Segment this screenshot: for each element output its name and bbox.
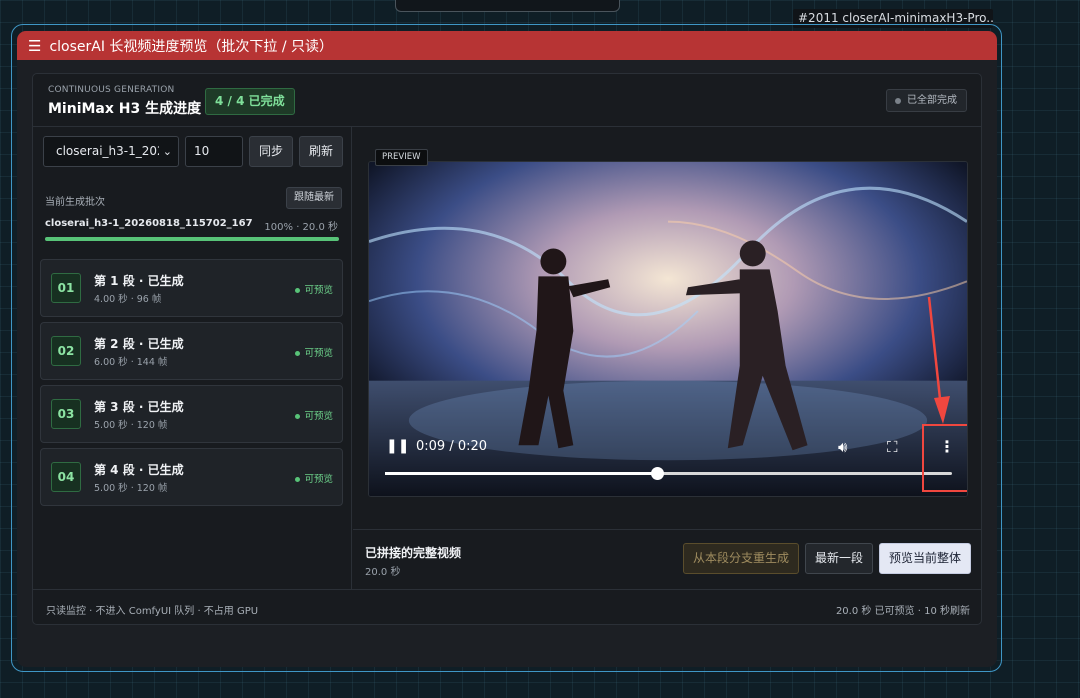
sync-button[interactable]: 同步: [249, 136, 294, 167]
branch-regenerate-button[interactable]: 从本段分支重生成: [683, 543, 800, 574]
segment-status: 可预览: [295, 471, 333, 485]
stitched-video-duration: 20.0 秒: [365, 567, 401, 578]
progress-preview-node[interactable]: ☰ closerAI 长视频进度预览（批次下拉 / 只读） CONTINUOUS…: [17, 31, 997, 667]
refresh-interval-input[interactable]: 10: [185, 136, 243, 167]
follow-latest-button[interactable]: 跟随最新: [286, 187, 342, 209]
scrubber-thumb[interactable]: [651, 467, 665, 480]
all-done-status: 已全部完成: [886, 89, 967, 112]
segment-number: 02: [51, 336, 81, 366]
chevron-down-icon: ⌄: [158, 137, 172, 166]
stitched-video-bar: 已拼接的完整视频 20.0 秒 从本段分支重生成 最新一段 预览当前整体: [353, 529, 981, 589]
segment-title: 第 4 段 · 已生成: [94, 463, 184, 477]
completion-badge: 4 / 4 已完成: [205, 88, 295, 115]
left-column: closerai_h3-1_2026 ⌄ 10 同步 刷新 当前生成批次 跟随最…: [33, 127, 352, 589]
refresh-button[interactable]: 刷新: [299, 136, 344, 167]
right-column: PREVIEW ❚❚ 0:09 / 0:20 🔊︎ ⛶ ⋮ 已拼接的完整视频 2…: [353, 127, 981, 589]
segment-status-text: 可预览: [304, 348, 333, 359]
current-batch-label: 当前生成批次: [45, 197, 105, 208]
segment-status: 可预览: [295, 345, 333, 359]
batch-name: closerai_h3-1_20260818_115702_167: [45, 218, 253, 229]
video-player[interactable]: ❚❚ 0:09 / 0:20 🔊︎ ⛶ ⋮: [368, 161, 968, 497]
status-dot-icon: [295, 351, 301, 356]
batch-controls: closerai_h3-1_2026 ⌄ 10 同步 刷新: [43, 136, 344, 167]
segment-title: 第 3 段 · 已生成: [94, 400, 184, 414]
status-dot-icon: [295, 288, 301, 293]
segment-list: 01 第 1 段 · 已生成 4.00 秒 · 96 帧可预览 02 第 2 段 · 已…: [40, 259, 343, 511]
more-options-icon[interactable]: ⋮: [939, 437, 955, 456]
status-dot-icon: [295, 414, 301, 419]
panel-footer: 只读监控 · 不进入 ComfyUI 队列 · 不占用 GPU 20.0 秒 已…: [33, 589, 981, 624]
panel-header: CONTINUOUS GENERATION MiniMax H3 生成进度 4 …: [33, 74, 981, 127]
batch-progress-bar: [45, 237, 339, 241]
hamburger-menu-icon[interactable]: ☰: [28, 37, 41, 55]
scrubber-fill: [385, 472, 658, 475]
batch-progress-fill: [45, 237, 339, 241]
panel-title: MiniMax H3 生成进度: [48, 101, 202, 117]
video-controls: ❚❚ 0:09 / 0:20 🔊︎ ⛶ ⋮: [369, 162, 967, 496]
segment-item[interactable]: 03 第 3 段 · 已生成 5.00 秒 · 120 帧 可预览: [40, 385, 343, 443]
preview-whole-button[interactable]: 预览当前整体: [879, 543, 972, 574]
segment-title: 第 2 段 · 已生成: [94, 337, 184, 351]
status-dot-icon: [295, 477, 301, 482]
segment-status: 可预览: [295, 282, 333, 296]
latest-segment-button[interactable]: 最新一段: [805, 543, 874, 574]
segment-item[interactable]: 01 第 1 段 · 已生成 4.00 秒 · 96 帧 可预览: [40, 259, 343, 317]
segment-status-text: 可预览: [304, 474, 333, 485]
footer-note: 只读监控 · 不进入 ComfyUI 队列 · 不占用 GPU: [46, 606, 259, 617]
segment-status-text: 可预览: [304, 411, 333, 422]
segment-number: 01: [51, 273, 81, 303]
progress-panel: CONTINUOUS GENERATION MiniMax H3 生成进度 4 …: [32, 73, 982, 625]
segment-status-text: 可预览: [304, 285, 333, 296]
segment-meta: 5.00 秒 · 120 帧: [94, 483, 168, 494]
segment-title: 第 1 段 · 已生成: [94, 274, 184, 288]
batch-progress-text: 100% · 20.0 秒: [264, 222, 338, 233]
pause-icon[interactable]: ❚❚: [386, 438, 409, 454]
node-title: closerAI 长视频进度预览（批次下拉 / 只读）: [49, 38, 334, 55]
preview-tag: PREVIEW: [375, 149, 428, 166]
node-header[interactable]: ☰ closerAI 长视频进度预览（批次下拉 / 只读）: [17, 31, 997, 60]
segment-number: 04: [51, 462, 81, 492]
batch-select[interactable]: closerai_h3-1_2026 ⌄: [43, 136, 179, 167]
fullscreen-icon[interactable]: ⛶: [887, 438, 898, 456]
panel-eyebrow: CONTINUOUS GENERATION: [48, 85, 175, 95]
volume-icon[interactable]: 🔊︎: [838, 438, 847, 456]
upstream-node-stub: [395, 0, 620, 12]
segment-item[interactable]: 04 第 4 段 · 已生成 5.00 秒 · 120 帧 可预览: [40, 448, 343, 506]
segment-meta: 6.00 秒 · 144 帧: [94, 357, 168, 368]
stitched-video-title: 已拼接的完整视频: [365, 546, 462, 560]
video-scrubber[interactable]: [385, 467, 952, 480]
segment-number: 03: [51, 399, 81, 429]
segment-item[interactable]: 02 第 2 段 · 已生成 6.00 秒 · 144 帧 可预览: [40, 322, 343, 380]
segment-meta: 4.00 秒 · 96 帧: [94, 294, 162, 305]
segment-status: 可预览: [295, 408, 333, 422]
footer-status: 20.0 秒 已可预览 · 10 秒刷新: [835, 606, 970, 617]
segment-meta: 5.00 秒 · 120 帧: [94, 420, 168, 431]
batch-select-value: closerai_h3-1_2026: [56, 144, 173, 158]
video-time: 0:09 / 0:20: [416, 439, 488, 454]
